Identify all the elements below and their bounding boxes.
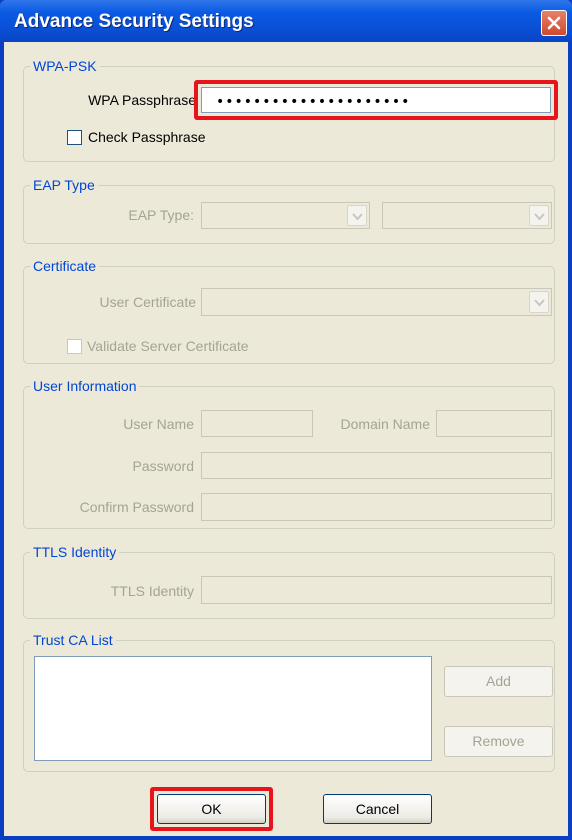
ttls-identity-input[interactable] <box>201 576 552 604</box>
eap-type-label: EAP Type: <box>128 207 194 223</box>
title-bar[interactable]: Advance Security Settings <box>0 0 572 42</box>
check-passphrase-checkbox[interactable] <box>67 130 82 145</box>
add-button[interactable]: Add <box>444 666 553 697</box>
confirm-password-label: Confirm Password <box>79 499 194 515</box>
user-certificate-dropdown-button[interactable] <box>529 291 549 313</box>
password-input[interactable] <box>201 452 552 479</box>
eap-type-dropdown-button[interactable] <box>347 205 367 226</box>
check-passphrase-label[interactable]: Check Passphrase <box>88 129 206 145</box>
cancel-button[interactable]: Cancel <box>323 794 432 824</box>
close-icon <box>547 16 561 30</box>
trust-ca-list-legend: Trust CA List <box>33 632 113 648</box>
user-certificate-label: User Certificate <box>99 294 196 310</box>
dialog-window: Advance Security Settings WPA-PSK WPA Pa… <box>0 0 572 840</box>
trust-ca-listbox[interactable] <box>34 656 432 761</box>
user-name-label: User Name <box>123 416 194 432</box>
user-information-legend: User Information <box>33 378 137 394</box>
certificate-legend: Certificate <box>33 258 97 274</box>
domain-name-input[interactable] <box>436 410 552 437</box>
chevron-down-icon <box>352 213 363 221</box>
dialog-body: WPA-PSK WPA Passphrase •••••••••••••••••… <box>4 42 568 836</box>
chevron-down-icon <box>534 213 545 221</box>
eap-type-select[interactable] <box>201 202 370 229</box>
password-label: Password <box>132 458 194 474</box>
ok-highlight-box <box>150 787 273 831</box>
eap-inner-type-dropdown-button[interactable] <box>529 205 549 226</box>
user-certificate-select[interactable] <box>201 288 552 316</box>
user-name-input[interactable] <box>201 410 313 437</box>
validate-server-cert-label[interactable]: Validate Server Certificate <box>87 338 249 354</box>
wpa-passphrase-label: WPA Passphrase <box>88 92 196 108</box>
domain-name-label: Domain Name <box>340 416 430 432</box>
ttls-identity-legend: TTLS Identity <box>33 544 117 560</box>
eap-type-legend: EAP Type <box>33 177 95 193</box>
chevron-down-icon <box>534 299 545 307</box>
remove-button[interactable]: Remove <box>444 726 553 757</box>
wpa-psk-legend: WPA-PSK <box>33 58 97 74</box>
confirm-password-input[interactable] <box>201 493 552 521</box>
close-button[interactable] <box>541 10 567 36</box>
dialog-title: Advance Security Settings <box>14 11 254 32</box>
ttls-identity-label: TTLS Identity <box>110 583 194 599</box>
passphrase-highlight-box <box>194 80 558 120</box>
validate-server-cert-checkbox[interactable] <box>67 339 82 354</box>
eap-inner-type-select[interactable] <box>382 202 552 229</box>
